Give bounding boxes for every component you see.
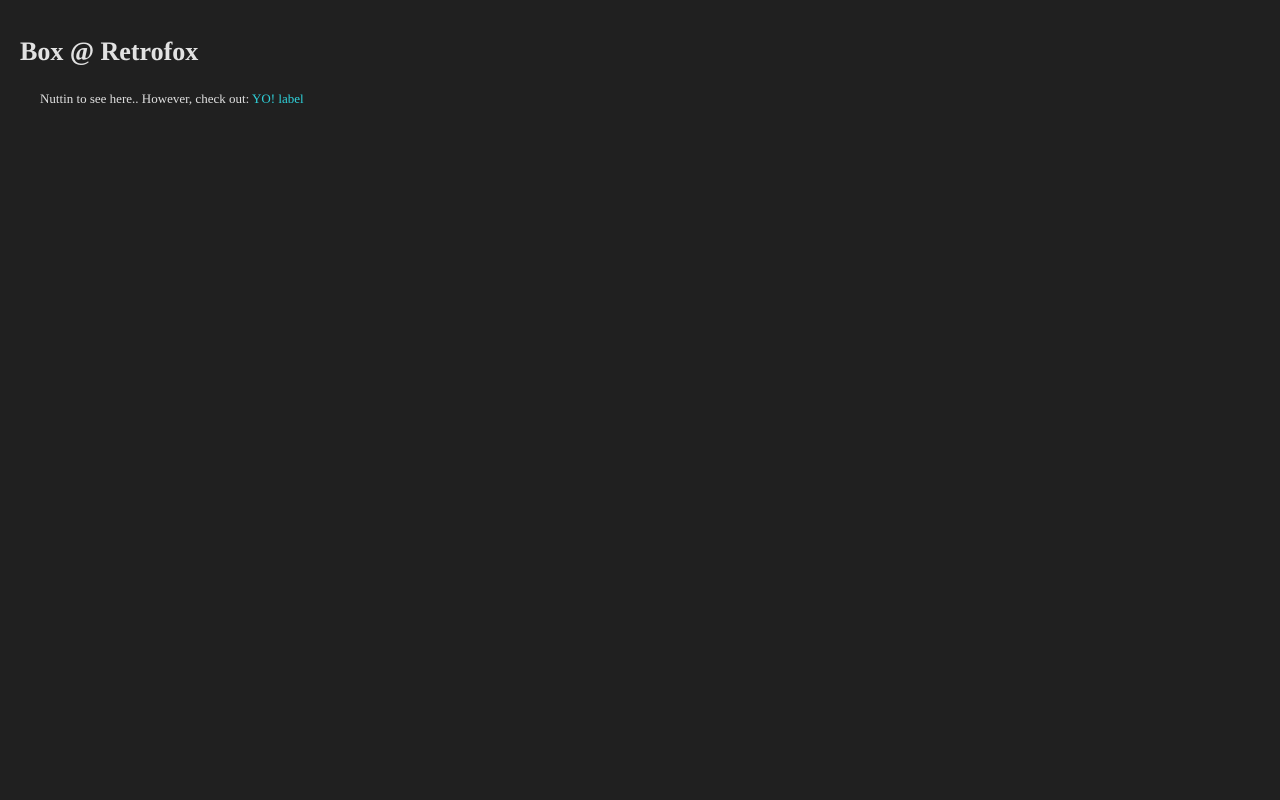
page: Box @ Retrofox Nuttin to see here.. Howe… xyxy=(0,0,1280,800)
yo-label-link[interactable]: YO! label xyxy=(252,91,304,106)
page-title: Box @ Retrofox xyxy=(20,37,199,66)
message-paragraph: Nuttin to see here.. However, check out:… xyxy=(40,91,1260,107)
message-text: Nuttin to see here.. However, check out: xyxy=(40,91,252,106)
